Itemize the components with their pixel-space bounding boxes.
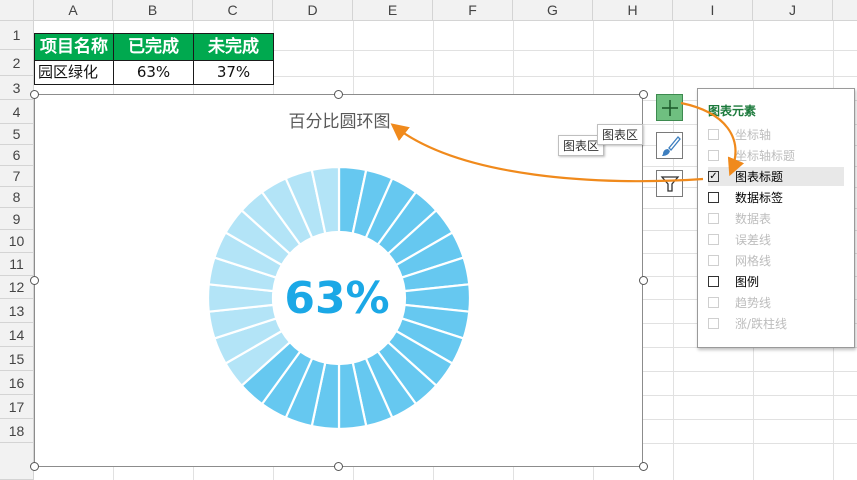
column-header-b[interactable]: B (113, 0, 193, 21)
column-header-h[interactable]: H (593, 0, 673, 21)
option-2[interactable]: ✓ 图表标题 (708, 167, 844, 186)
brush-icon (661, 135, 681, 156)
chart-filters-button[interactable] (656, 170, 683, 197)
checkbox-icon[interactable] (708, 276, 719, 287)
chart-elements-panel: 图表元素 坐标轴坐标轴标题 ✓ 图表标题数据标签数据表误差线网格线图例趋势线涨/跌柱… (697, 88, 855, 348)
cell-b1[interactable]: 已完成 (113, 33, 194, 61)
option-label: 涨/跌柱线 (735, 317, 788, 331)
center-percentage: 63% (284, 273, 390, 324)
row-header-14[interactable]: 14 (0, 323, 34, 347)
row-header-5[interactable]: 5 (0, 124, 34, 145)
cell-a2[interactable]: 园区绿化 (34, 60, 114, 85)
cell-c2[interactable]: 37% (193, 60, 274, 85)
row-header-12[interactable]: 12 (0, 276, 34, 299)
resize-handle[interactable] (30, 90, 39, 99)
option-label: 坐标轴标题 (735, 149, 796, 163)
column-header-c[interactable]: C (193, 0, 273, 21)
row-header-18[interactable]: 18 (0, 419, 34, 443)
resize-handle[interactable] (639, 276, 648, 285)
checkbox-icon (708, 129, 719, 140)
option-7[interactable]: 图例 (708, 272, 844, 291)
cell-b2[interactable]: 63% (113, 60, 194, 85)
panel-title: 图表元素 (708, 104, 757, 118)
checkbox-icon (708, 150, 719, 161)
column-header-f[interactable]: F (433, 0, 513, 21)
option-label: 误差线 (735, 233, 772, 247)
column-header-a[interactable]: A (34, 0, 113, 21)
row-header-2[interactable]: 2 (0, 50, 34, 76)
cell-a1[interactable]: 项目名称 (34, 33, 114, 61)
row-header-11[interactable]: 11 (0, 253, 34, 276)
checkbox-icon (708, 297, 719, 308)
checkbox-checked-icon[interactable]: ✓ (708, 171, 719, 182)
option-label: 图表标题 (735, 170, 784, 184)
checkbox-icon (708, 213, 719, 224)
resize-handle[interactable] (639, 462, 648, 471)
option-label: 数据标签 (735, 191, 784, 205)
option-label: 趋势线 (735, 296, 772, 310)
chart-area-tooltip: 图表区 (597, 124, 644, 145)
option-label: 坐标轴 (735, 128, 772, 142)
option-1: 坐标轴标题 (708, 146, 844, 165)
option-3[interactable]: 数据标签 (708, 188, 844, 207)
column-header-e[interactable]: E (353, 0, 433, 21)
chart-styles-button[interactable] (656, 132, 683, 159)
row-header-8[interactable]: 8 (0, 187, 34, 208)
chart-area[interactable]: 百分比圆环图 63% (34, 94, 643, 467)
checkbox-icon (708, 234, 719, 245)
select-all-corner[interactable] (0, 0, 34, 21)
row-header-19[interactable] (0, 443, 34, 480)
column-header-d[interactable]: D (273, 0, 353, 21)
plus-icon (661, 99, 678, 116)
resize-handle[interactable] (334, 462, 343, 471)
resize-handle[interactable] (30, 462, 39, 471)
option-4: 数据表 (708, 209, 844, 228)
row-header-3[interactable]: 3 (0, 76, 34, 100)
row-header-17[interactable]: 17 (0, 395, 34, 419)
column-header-i[interactable]: I (673, 0, 753, 21)
option-label: 网格线 (735, 254, 772, 268)
checkbox-icon[interactable] (708, 192, 719, 203)
cell-c1[interactable]: 未完成 (193, 33, 274, 61)
row-header-1[interactable]: 1 (0, 21, 34, 50)
resize-handle[interactable] (639, 90, 648, 99)
row-header-9[interactable]: 9 (0, 208, 34, 230)
row-header-4[interactable]: 4 (0, 100, 34, 124)
option-5: 误差线 (708, 230, 844, 249)
option-6: 网格线 (708, 251, 844, 270)
row-header-15[interactable]: 15 (0, 347, 34, 371)
column-header-k[interactable] (833, 0, 857, 21)
funnel-icon (660, 175, 679, 192)
row-header-6[interactable]: 6 (0, 145, 34, 166)
row-header-16[interactable]: 16 (0, 371, 34, 395)
option-8: 趋势线 (708, 293, 844, 312)
option-0: 坐标轴 (708, 125, 844, 144)
checkbox-icon (708, 318, 719, 329)
resize-handle[interactable] (334, 90, 343, 99)
gridline (673, 21, 674, 480)
option-9: 涨/跌柱线 (708, 314, 844, 333)
row-header-13[interactable]: 13 (0, 299, 34, 323)
column-header-j[interactable]: J (753, 0, 833, 21)
checkbox-icon (708, 255, 719, 266)
option-label: 数据表 (735, 212, 772, 226)
chart-elements-button[interactable] (656, 94, 683, 121)
row-header-10[interactable]: 10 (0, 230, 34, 253)
resize-handle[interactable] (30, 276, 39, 285)
row-header-7[interactable]: 7 (0, 166, 34, 187)
option-label: 图例 (735, 275, 760, 289)
column-header-g[interactable]: G (513, 0, 593, 21)
